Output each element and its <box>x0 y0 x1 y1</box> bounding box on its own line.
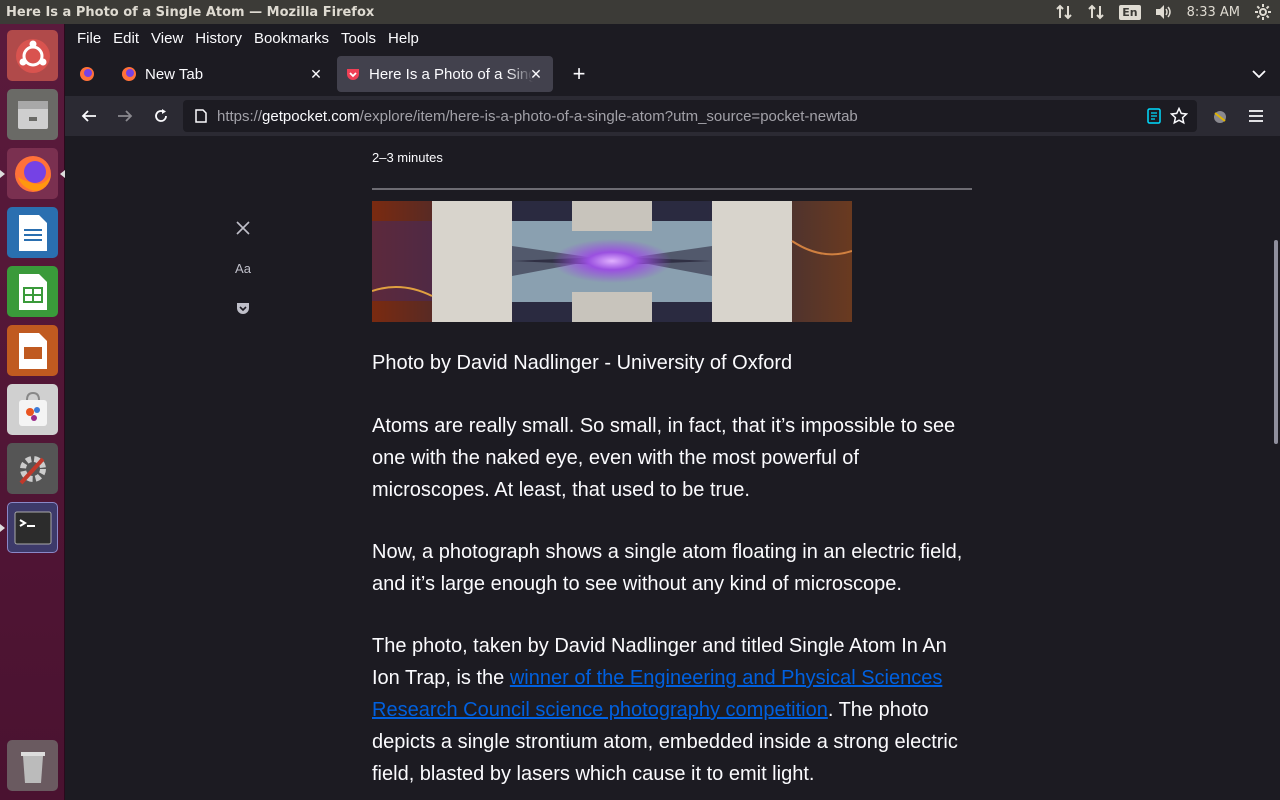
save-to-pocket-icon[interactable] <box>233 298 253 318</box>
menu-help[interactable]: Help <box>382 30 425 47</box>
reading-time: 2–3 minutes <box>372 150 443 165</box>
article-paragraph: Atoms are really small. So small, in fac… <box>372 415 956 501</box>
menu-bar: File Edit View History Bookmarks Tools H… <box>65 24 1280 52</box>
menu-history[interactable]: History <box>189 30 248 47</box>
url-scheme: https:// <box>217 107 263 125</box>
back-arrow-icon[interactable] <box>75 102 103 130</box>
url-host: getpocket.com <box>262 107 360 125</box>
type-controls-button[interactable]: Aa <box>233 258 253 278</box>
page-scrollbar[interactable] <box>1274 240 1278 444</box>
bookmark-star-icon[interactable] <box>1169 106 1189 126</box>
libreoffice-impress-icon[interactable] <box>7 325 58 376</box>
menu-view[interactable]: View <box>145 30 189 47</box>
page-info-icon[interactable] <box>193 108 209 124</box>
article-paragraph: Now, a photograph shows a single atom fl… <box>372 541 963 595</box>
terminal-icon[interactable] <box>7 502 58 553</box>
tab-close-icon[interactable]: ✕ <box>527 65 545 83</box>
unity-launcher <box>0 24 65 800</box>
system-gear-icon[interactable] <box>1254 3 1272 21</box>
indicator-area: En 8:33 AM <box>1055 0 1272 24</box>
volume-icon[interactable] <box>1155 3 1173 21</box>
firefox-favicon-icon <box>122 67 136 81</box>
firefox-favicon-icon <box>80 67 94 81</box>
libreoffice-writer-icon[interactable] <box>7 207 58 258</box>
close-reader-icon[interactable] <box>233 218 253 238</box>
pocket-favicon-icon <box>347 69 359 80</box>
tab-label: Here Is a Photo of a Single Atom <box>369 65 533 83</box>
url-text[interactable]: https://getpocket.com/explore/item/here-… <box>217 108 858 125</box>
url-bar[interactable]: https://getpocket.com/explore/item/here-… <box>183 100 1197 132</box>
hamburger-menu-icon[interactable] <box>1242 102 1270 130</box>
url-path: /explore/item/here-is-a-photo-of-a-singl… <box>359 107 858 125</box>
trash-icon[interactable] <box>7 740 58 791</box>
software-store-icon[interactable] <box>7 384 58 435</box>
menu-edit[interactable]: Edit <box>107 30 145 47</box>
tab-new-tab[interactable]: New Tab ✕ <box>111 56 333 92</box>
libreoffice-calc-icon[interactable] <box>7 266 58 317</box>
network-updown-icon[interactable] <box>1055 3 1073 21</box>
tab-close-icon[interactable]: ✕ <box>307 65 325 83</box>
transfer-updown-icon[interactable] <box>1087 3 1105 21</box>
keyboard-language-indicator[interactable]: En <box>1119 4 1141 20</box>
tab-bar: New Tab ✕ Here Is a Photo of a Single At… <box>65 52 1280 96</box>
forward-arrow-icon[interactable] <box>111 102 139 130</box>
firefox-icon[interactable] <box>7 148 58 199</box>
article-paragraph: The photo, taken by David Nadlinger and … <box>372 630 972 790</box>
menu-bookmarks[interactable]: Bookmarks <box>248 30 335 47</box>
image-caption: Photo by David Nadlinger - University of… <box>372 352 793 374</box>
ubuntu-dash-icon[interactable] <box>7 30 58 81</box>
menu-file[interactable]: File <box>71 30 107 47</box>
new-tab-plus-icon[interactable]: + <box>567 61 591 86</box>
reload-icon[interactable] <box>147 102 175 130</box>
navigation-toolbar: https://getpocket.com/explore/item/here-… <box>65 96 1280 136</box>
top-panel: Here Is a Photo of a Single Atom — Mozil… <box>0 0 1280 24</box>
tab-label: New Tab <box>145 65 204 83</box>
system-settings-icon[interactable] <box>7 443 58 494</box>
reader-content: 2–3 minutes Aa Photo by David Nadlinger … <box>65 136 1280 800</box>
menu-tools[interactable]: Tools <box>335 30 382 47</box>
extension-icon[interactable] <box>1206 102 1234 130</box>
files-icon[interactable] <box>7 89 58 140</box>
clock[interactable]: 8:33 AM <box>1187 5 1240 20</box>
list-all-tabs-chevron-icon[interactable] <box>1249 64 1269 84</box>
header-divider <box>372 188 972 190</box>
pinned-tab-firefox[interactable] <box>71 56 103 92</box>
tab-active-article[interactable]: Here Is a Photo of a Single Atom ✕ <box>337 56 553 92</box>
window-title: Here Is a Photo of a Single Atom — Mozil… <box>6 4 375 20</box>
reader-view-icon[interactable] <box>1145 107 1163 125</box>
article-hero-image <box>372 201 852 322</box>
firefox-window: File Edit View History Bookmarks Tools H… <box>65 24 1280 800</box>
